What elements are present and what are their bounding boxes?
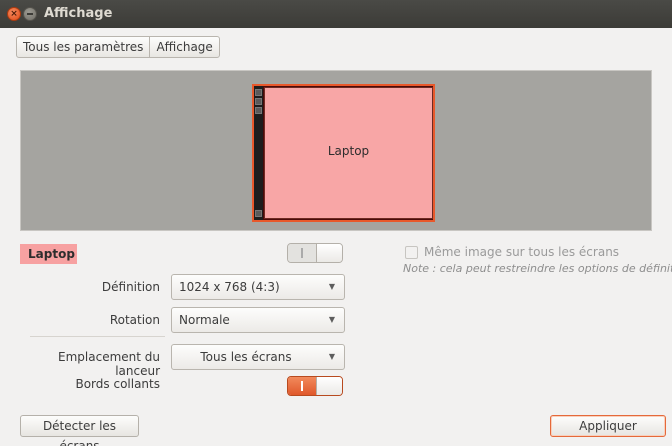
chevron-down-icon: ▼ (328, 315, 335, 324)
title-bar: × Affichage (0, 0, 672, 28)
rotation-value: Normale (179, 313, 230, 327)
mirror-note: Note : cela peut restreindre les options… (403, 262, 672, 275)
launcher-placement-value: Tous les écrans (200, 350, 292, 364)
switch-on-half (288, 377, 316, 395)
detect-displays-button[interactable]: Détecter les écrans (20, 415, 139, 446)
breadcrumb-current[interactable]: Affichage (149, 37, 218, 57)
switch-knob (316, 377, 342, 395)
resolution-dropdown[interactable]: 1024 x 768 (4:3) ▼ (171, 274, 345, 300)
sticky-edges-label: Bords collants (75, 377, 160, 391)
rotation-label: Rotation (109, 313, 160, 327)
chevron-down-icon: ▼ (328, 352, 335, 361)
launcher-placement-dropdown[interactable]: Tous les écrans ▼ (171, 344, 345, 370)
switch-on-icon (301, 248, 303, 258)
close-icon[interactable]: × (7, 7, 21, 21)
launcher-preview (254, 86, 263, 220)
chevron-down-icon: ▼ (328, 282, 335, 291)
resolution-label: Définition (101, 280, 160, 294)
switch-on-icon (301, 381, 303, 391)
launcher-icon (255, 98, 262, 105)
switch-knob (316, 244, 342, 262)
sticky-edges-switch[interactable] (287, 376, 343, 396)
resolution-value: 1024 x 768 (4:3) (179, 280, 280, 294)
display-power-switch[interactable] (287, 243, 343, 263)
launcher-icon (255, 89, 262, 96)
rotation-dropdown[interactable]: Normale ▼ (171, 307, 345, 333)
monitor-label: Laptop (327, 144, 370, 158)
divider (30, 336, 165, 337)
launcher-placement-label: Emplacement du lanceur (58, 350, 160, 378)
mirror-displays-option[interactable]: Même image sur tous les écrans (405, 245, 619, 259)
monitor-preview[interactable]: Laptop (252, 84, 435, 222)
switch-on-half (288, 244, 316, 262)
monitor-screen: Laptop (264, 87, 433, 219)
display-name-label: Laptop (20, 244, 77, 264)
breadcrumb-all-settings[interactable]: Tous les paramètres (17, 37, 149, 57)
mirror-label: Même image sur tous les écrans (424, 245, 620, 259)
minimize-icon[interactable] (23, 7, 37, 21)
launcher-icon (255, 210, 262, 217)
mirror-checkbox[interactable] (405, 245, 418, 259)
apply-button[interactable]: Appliquer (550, 415, 666, 437)
window-title: Affichage (44, 6, 113, 21)
launcher-icon (255, 107, 262, 114)
breadcrumb: Tous les paramètres Affichage (16, 36, 220, 58)
